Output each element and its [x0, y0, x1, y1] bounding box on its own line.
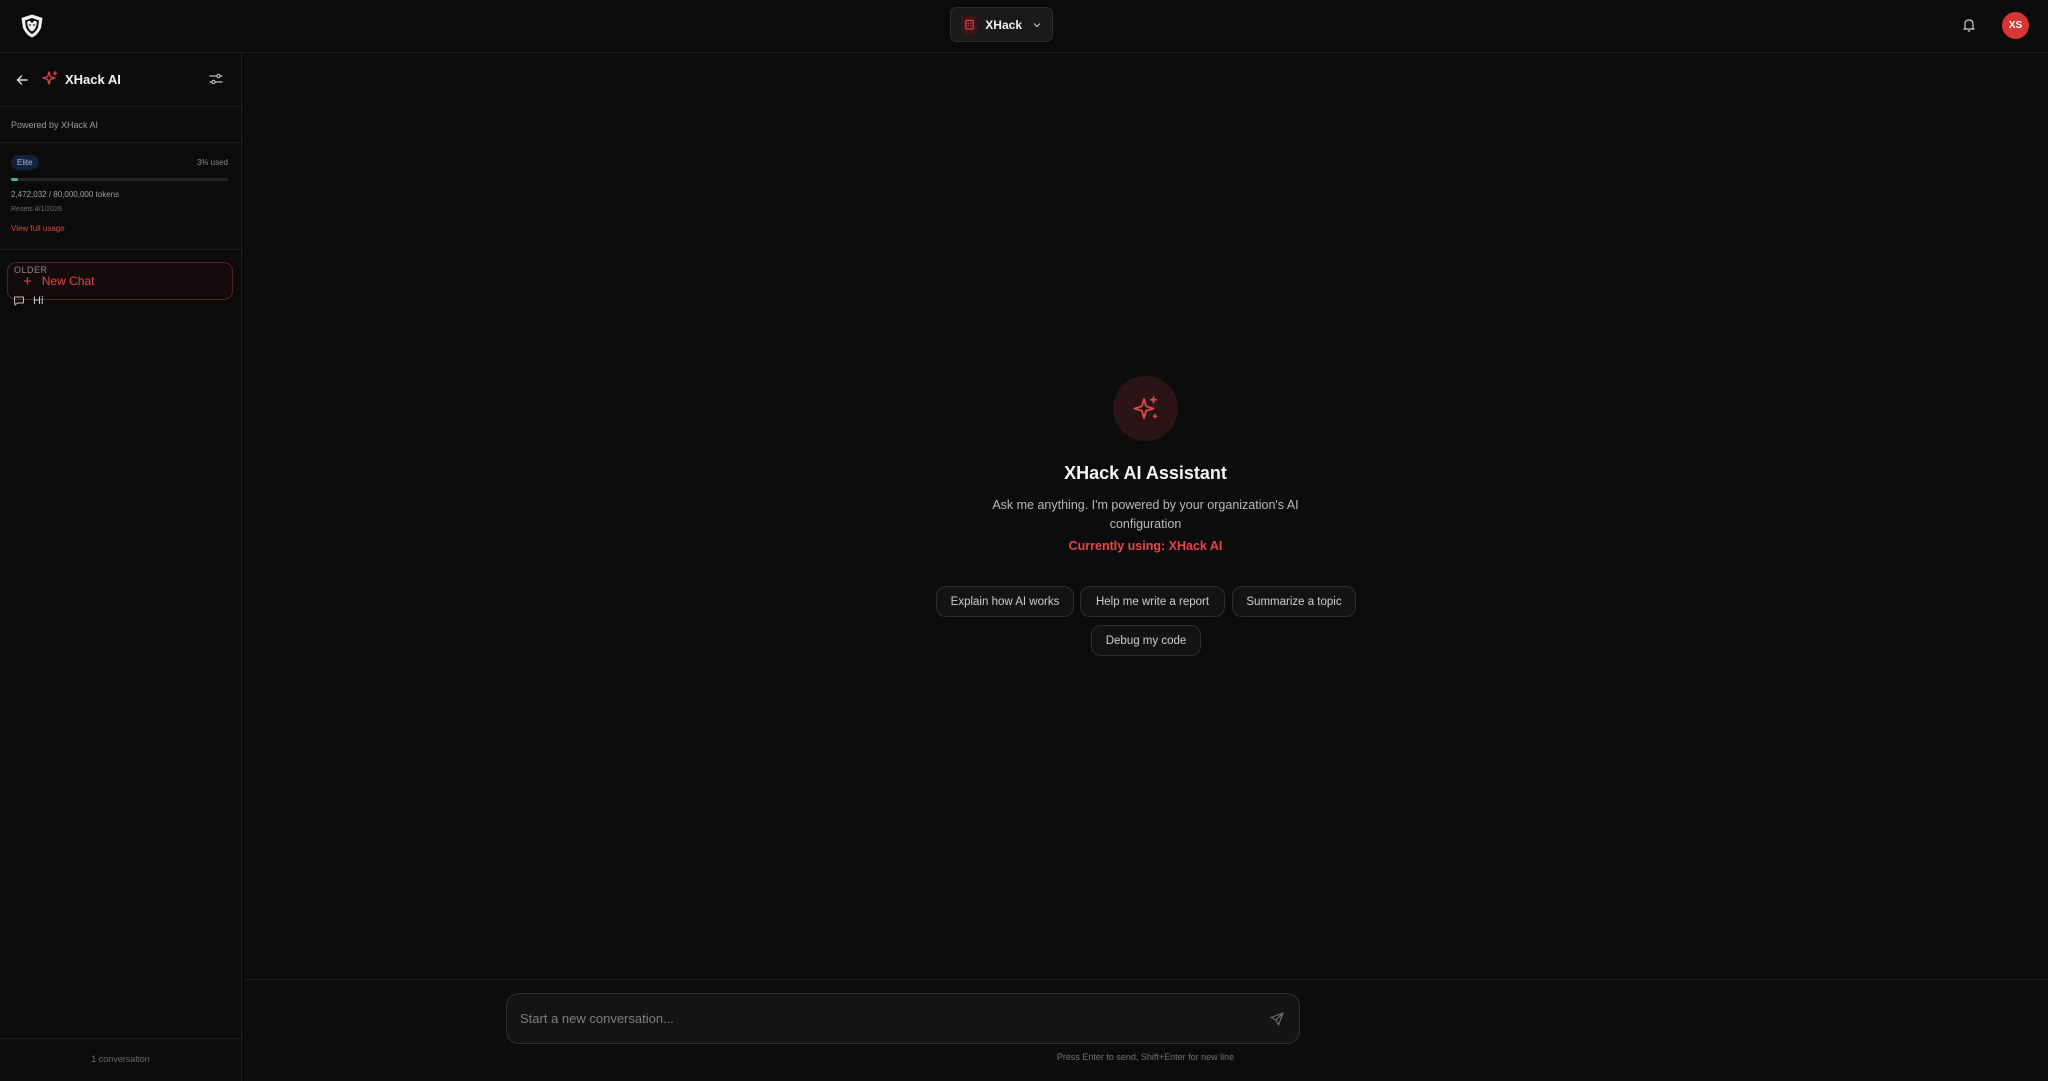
chevron-down-icon: [1032, 20, 1042, 30]
message-input[interactable]: [520, 994, 1250, 1043]
conversation-title: Hi: [33, 295, 44, 307]
suggestion-chip[interactable]: Debug my code: [1091, 625, 1201, 656]
powered-by-label: Powered by XHack AI: [0, 107, 241, 143]
plus-icon: +: [23, 272, 32, 290]
sparkle-icon: [41, 70, 59, 88]
conversation-item[interactable]: Hi: [13, 290, 229, 312]
conversation-count: 1 conversation: [0, 1038, 241, 1081]
top-bar: XHack XS: [0, 0, 2048, 53]
usage-reset-date: Resets 4/1/2026: [11, 206, 62, 213]
conversation-group-label: OLDER: [14, 265, 48, 275]
new-chat-label: New Chat: [41, 274, 95, 288]
building-icon: [961, 14, 978, 35]
usage-percent: 3% used: [196, 158, 228, 167]
chat-bubble-icon: [13, 295, 25, 307]
message-composer: [506, 993, 1300, 1044]
send-icon[interactable]: [1269, 1011, 1285, 1027]
usage-progress-fill: [11, 178, 18, 181]
assistant-title: XHack AI Assistant: [1064, 463, 1227, 483]
composer-hint: Press Enter to send, Shift+Enter for new…: [1056, 1052, 1235, 1062]
hero-sparkle-badge: [1113, 376, 1178, 441]
view-usage-link[interactable]: View full usage: [11, 224, 65, 233]
sliders-icon[interactable]: [208, 71, 224, 87]
usage-tokens: 2,472,032 / 80,000,000 tokens: [11, 190, 120, 199]
current-model-label: Currently using: XHack AI: [1068, 539, 1223, 553]
chat-main: XHack AI Assistant Ask me anything. I'm …: [243, 53, 2048, 1081]
suggestion-chip[interactable]: Help me write a report: [1080, 586, 1225, 617]
org-name: XHack: [985, 17, 1022, 32]
plan-badge: Elite: [11, 155, 39, 170]
suggestion-chip[interactable]: Explain how AI works: [936, 586, 1074, 617]
org-switcher[interactable]: XHack: [950, 7, 1053, 42]
wolf-shield-logo-icon[interactable]: [18, 12, 46, 40]
avatar[interactable]: XS: [2002, 12, 2029, 39]
arrow-left-icon[interactable]: [14, 72, 30, 88]
sidebar: XHack AI Powered by XHack AI Elite 3% us…: [0, 53, 242, 1081]
sidebar-title: XHack AI: [65, 72, 121, 87]
sparkle-icon: [1131, 394, 1161, 424]
usage-panel: Elite 3% used 2,472,032 / 80,000,000 tok…: [0, 143, 241, 250]
bell-icon[interactable]: [1959, 15, 1979, 35]
suggestion-chip[interactable]: Summarize a topic: [1232, 586, 1356, 617]
usage-progress-bar: [11, 178, 228, 181]
sidebar-header: XHack AI: [0, 53, 241, 107]
assistant-subtitle: Ask me anything. I'm powered by your org…: [992, 498, 1299, 531]
